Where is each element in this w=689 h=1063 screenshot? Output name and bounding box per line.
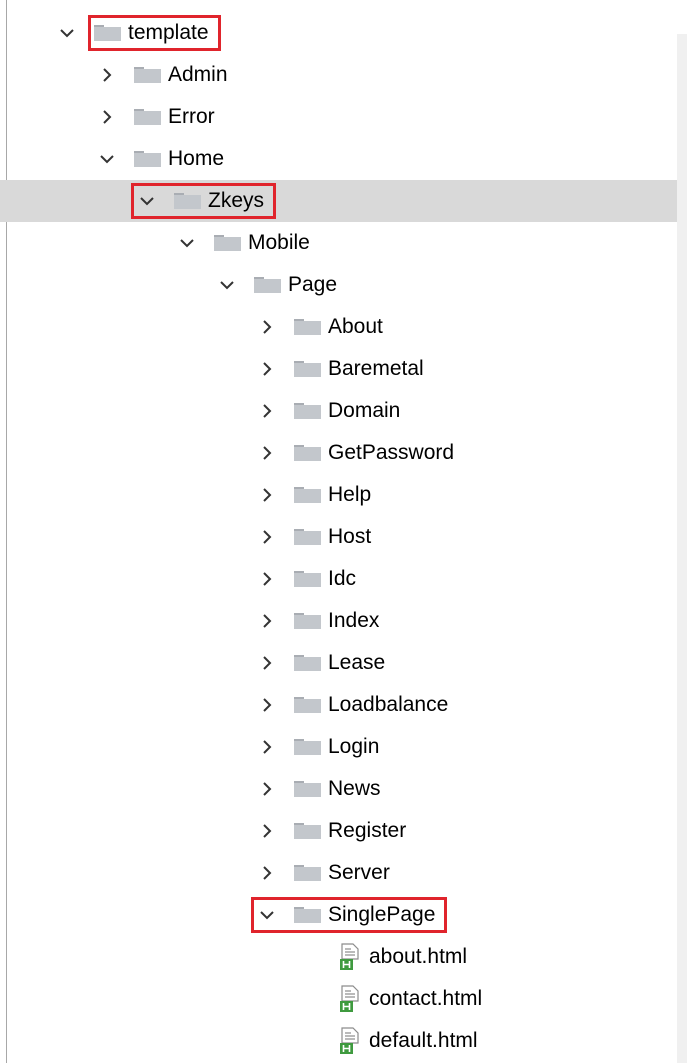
tree-item-label: contact.html (369, 987, 483, 1010)
folder-icon (174, 193, 201, 209)
tree-folder-row[interactable]: Zkeys (0, 180, 677, 222)
folder-icon (294, 361, 321, 377)
tree-item-label: Server (328, 861, 390, 884)
tree-item-label: Host (328, 525, 372, 548)
file-tree: template Admin Error Home Zkeys Mobile Page Abo… (0, 12, 677, 1062)
tree-item-label: Register (328, 819, 407, 842)
tree-folder-row[interactable]: Home (0, 138, 677, 180)
tree-item-label: Idc (328, 567, 357, 590)
folder-icon (214, 235, 241, 251)
tree-folder-row[interactable]: Baremetal (0, 348, 677, 390)
tree-folder-row[interactable]: Register (0, 810, 677, 852)
folder-icon (294, 781, 321, 797)
tree-item-label: Login (328, 735, 380, 758)
tree-folder-row[interactable]: Error (0, 96, 677, 138)
folder-icon (294, 655, 321, 671)
folder-icon (294, 823, 321, 839)
folder-icon (134, 151, 161, 167)
folder-icon (294, 445, 321, 461)
tree-item-label: News (328, 777, 381, 800)
chevron-down-icon[interactable] (57, 23, 77, 43)
tree-item-label: Loadbalance (328, 693, 449, 716)
chevron-right-icon[interactable] (257, 611, 277, 631)
chevron-down-icon[interactable] (137, 191, 157, 211)
tree-item-label: Lease (328, 651, 386, 674)
folder-icon (294, 697, 321, 713)
tree-item-label: Admin (168, 63, 228, 86)
chevron-right-icon[interactable] (257, 527, 277, 547)
tree-folder-row[interactable]: GetPassword (0, 432, 677, 474)
folder-icon (94, 25, 121, 41)
tree-item-label: Mobile (248, 231, 310, 254)
tree-item-label: Zkeys (208, 189, 265, 212)
chevron-right-icon[interactable] (257, 569, 277, 589)
chevron-right-icon[interactable] (257, 821, 277, 841)
tree-item-label: Home (168, 147, 225, 170)
chevron-right-icon[interactable] (257, 317, 277, 337)
folder-icon (294, 529, 321, 545)
tree-item-label: GetPassword (328, 441, 455, 464)
folder-icon (294, 571, 321, 587)
tree-folder-row[interactable]: SinglePage (0, 894, 677, 936)
html-file-icon (339, 985, 363, 1013)
chevron-right-icon[interactable] (257, 485, 277, 505)
tree-item-label: SinglePage (328, 903, 436, 926)
folder-icon (294, 403, 321, 419)
tree-file-row[interactable]: about.html (0, 936, 677, 978)
chevron-down-icon[interactable] (97, 149, 117, 169)
tree-folder-row[interactable]: About (0, 306, 677, 348)
tree-folder-row[interactable]: News (0, 768, 677, 810)
tree-item-label: template (128, 21, 209, 44)
chevron-down-icon[interactable] (217, 275, 237, 295)
folder-icon (294, 865, 321, 881)
tree-folder-row[interactable]: Login (0, 726, 677, 768)
tree-item-label: Error (168, 105, 215, 128)
folder-icon (294, 487, 321, 503)
folder-icon (294, 613, 321, 629)
tree-item-label: about.html (369, 945, 468, 968)
chevron-right-icon[interactable] (97, 65, 117, 85)
chevron-right-icon[interactable] (257, 737, 277, 757)
tree-item-label: default.html (369, 1029, 478, 1052)
tree-item-label: About (328, 315, 383, 338)
folder-icon (254, 277, 281, 293)
tree-folder-row[interactable]: Lease (0, 642, 677, 684)
chevron-right-icon[interactable] (257, 695, 277, 715)
folder-icon (294, 739, 321, 755)
folder-icon (294, 319, 321, 335)
chevron-right-icon[interactable] (257, 401, 277, 421)
tree-item-label: Page (288, 273, 338, 296)
html-file-icon (339, 1027, 363, 1055)
folder-icon (134, 109, 161, 125)
chevron-right-icon[interactable] (257, 653, 277, 673)
tree-folder-row[interactable]: Domain (0, 390, 677, 432)
tree-folder-row[interactable]: template (0, 12, 677, 54)
tree-item-label: Domain (328, 399, 401, 422)
tree-item-label: Help (328, 483, 372, 506)
chevron-right-icon[interactable] (257, 779, 277, 799)
vertical-scrollbar[interactable] (677, 34, 687, 1063)
tree-item-label: Index (328, 609, 380, 632)
tree-folder-row[interactable]: Admin (0, 54, 677, 96)
tree-file-row[interactable]: contact.html (0, 978, 677, 1020)
chevron-right-icon[interactable] (97, 107, 117, 127)
tree-item-label: Baremetal (328, 357, 424, 380)
tree-folder-row[interactable]: Idc (0, 558, 677, 600)
chevron-down-icon[interactable] (257, 905, 277, 925)
folder-icon (294, 907, 321, 923)
html-file-icon (339, 943, 363, 971)
tree-folder-row[interactable]: Mobile (0, 222, 677, 264)
tree-folder-row[interactable]: Loadbalance (0, 684, 677, 726)
chevron-right-icon[interactable] (257, 863, 277, 883)
tree-folder-row[interactable]: Page (0, 264, 677, 306)
tree-file-row[interactable]: default.html (0, 1020, 677, 1062)
tree-folder-row[interactable]: Index (0, 600, 677, 642)
tree-folder-row[interactable]: Help (0, 474, 677, 516)
chevron-right-icon[interactable] (257, 443, 277, 463)
tree-folder-row[interactable]: Host (0, 516, 677, 558)
chevron-right-icon[interactable] (257, 359, 277, 379)
chevron-down-icon[interactable] (177, 233, 197, 253)
tree-folder-row[interactable]: Server (0, 852, 677, 894)
folder-icon (134, 67, 161, 83)
